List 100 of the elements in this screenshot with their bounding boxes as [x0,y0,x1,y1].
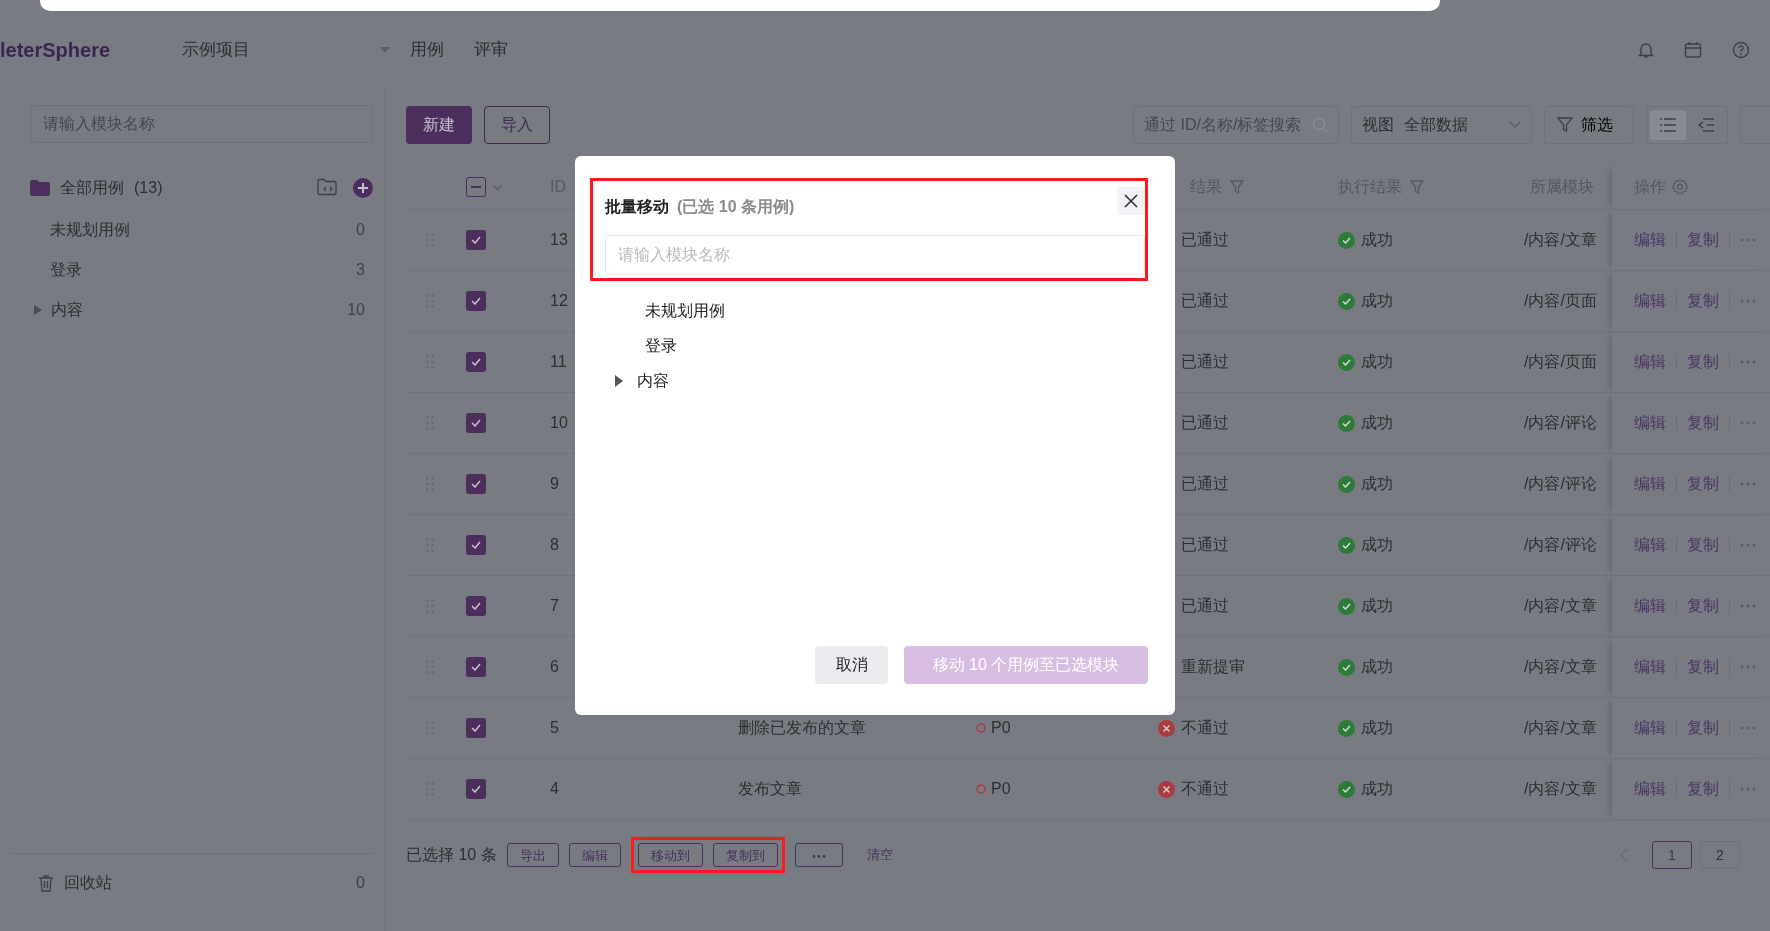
row-checkbox[interactable] [466,291,486,311]
close-icon [1123,193,1139,209]
list-view-button[interactable] [1650,110,1686,140]
edit-link[interactable]: 编辑 [1634,411,1666,435]
execution-status: 成功 [1361,352,1393,372]
filter-button[interactable]: 筛选 [1544,106,1634,144]
copy-link[interactable]: 复制 [1687,716,1719,740]
case-id: 5 [550,718,559,738]
edit-link[interactable]: 编辑 [1634,655,1666,679]
tree-item[interactable]: 登录 [50,258,82,282]
batch-action-button[interactable]: 复制到 [712,843,778,867]
chevron-down-icon [1509,121,1521,129]
bell-icon[interactable] [1638,41,1654,59]
trash-icon [38,873,54,892]
filter-icon[interactable] [1410,179,1424,195]
add-icon[interactable] [353,178,373,198]
review-status: 已通过 [1181,230,1229,250]
tree-item[interactable]: 未规划用例 [50,218,130,242]
case-id: 7 [550,596,559,616]
minus-icon [471,186,481,188]
project-select[interactable]: 示例项目 [182,37,410,63]
close-button[interactable] [1117,187,1145,215]
copy-link[interactable]: 复制 [1687,533,1719,557]
module-path: /内容/文章 [1524,718,1597,738]
tree-item[interactable]: 内容 [51,298,83,322]
copy-link[interactable]: 复制 [1687,289,1719,313]
page-button[interactable]: 2 [1700,841,1740,869]
row-checkbox[interactable] [466,657,486,677]
edit-link[interactable]: 编辑 [1634,472,1666,496]
selection-count: 已选择 10 条 [406,845,497,865]
check-icon [471,419,481,427]
calendar-icon[interactable] [1684,41,1702,59]
edit-link[interactable]: 编辑 [1634,228,1666,252]
module-path: /内容/文章 [1524,779,1597,799]
module-path: /内容/文章 [1524,230,1597,250]
help-icon[interactable] [1732,41,1750,59]
row-checkbox[interactable] [466,779,486,799]
review-status: 不通过 [1181,718,1229,738]
app-logo: leterSphere [0,38,112,63]
edit-link[interactable]: 编辑 [1634,289,1666,313]
check-icon [471,785,481,793]
batch-action-button[interactable]: 导出 [506,843,559,867]
copy-link[interactable]: 复制 [1687,594,1719,618]
copy-link[interactable]: 复制 [1687,777,1719,801]
check-icon [471,358,481,366]
nav-tab[interactable]: 用例 [410,37,444,63]
tree-item[interactable]: 全部用例 [60,176,124,200]
item-count: 0 [356,220,366,240]
more-button[interactable] [794,843,843,867]
row-checkbox[interactable] [466,474,486,494]
edit-link[interactable]: 编辑 [1634,716,1666,740]
search-field[interactable]: 请输入模块名称 [605,235,1145,275]
batch-action-button[interactable]: 移动到 [637,843,703,867]
row-checkbox[interactable] [466,596,486,616]
new-button[interactable]: 新建 [406,106,472,144]
nav-tab[interactable]: 评审 [474,37,508,63]
check-icon [471,236,481,244]
edit-link[interactable]: 编辑 [1634,350,1666,374]
tree-item[interactable]: 未规划用例 [645,298,725,323]
cancel-button[interactable]: 取消 [815,646,888,684]
caret-right-icon[interactable] [615,374,623,387]
clear-link[interactable]: 清空 [866,845,893,865]
collapse-list-icon [1698,118,1714,132]
review-status: 不通过 [1181,779,1229,799]
row-checkbox[interactable] [466,718,486,738]
copy-link[interactable]: 复制 [1687,655,1719,679]
module-path: /内容/文章 [1524,596,1597,616]
item-count: 3 [356,260,366,280]
edit-link[interactable]: 编辑 [1634,533,1666,557]
row-checkbox[interactable] [466,413,486,433]
tree-item[interactable]: 登录 [645,333,677,358]
row-checkbox[interactable] [466,230,486,250]
row-checkbox[interactable] [466,352,486,372]
execution-status: 成功 [1361,535,1393,555]
copy-link[interactable]: 复制 [1687,350,1719,374]
filter-icon [1557,117,1573,133]
copy-link[interactable]: 复制 [1687,472,1719,496]
execution-status: 成功 [1361,718,1393,738]
review-status: 已通过 [1181,474,1229,494]
recycle-bin-link[interactable]: 回收站 [64,870,112,895]
chevron-down-icon [492,183,503,191]
folder-add-icon[interactable] [317,178,337,196]
item-count: (13) [134,178,163,198]
batch-action-button[interactable]: 编辑 [568,843,621,867]
module-path: /内容/评论 [1524,474,1597,494]
filter-icon[interactable] [1230,179,1244,195]
edit-link[interactable]: 编辑 [1634,777,1666,801]
select-all-checkbox[interactable] [466,177,486,197]
priority-label: P0 [991,718,1011,738]
view-select[interactable]: 视图 全部数据 [1351,106,1532,144]
settings-icon[interactable] [1672,179,1688,195]
copy-link[interactable]: 复制 [1687,228,1719,252]
page-button[interactable]: 1 [1652,841,1692,869]
row-checkbox[interactable] [466,535,486,555]
copy-link[interactable]: 复制 [1687,411,1719,435]
import-button[interactable]: 导入 [484,106,550,144]
case-name: 删除已发布的文章 [738,718,866,738]
case-id: 13 [550,230,568,250]
edit-link[interactable]: 编辑 [1634,594,1666,618]
tree-item[interactable]: 内容 [637,368,669,393]
